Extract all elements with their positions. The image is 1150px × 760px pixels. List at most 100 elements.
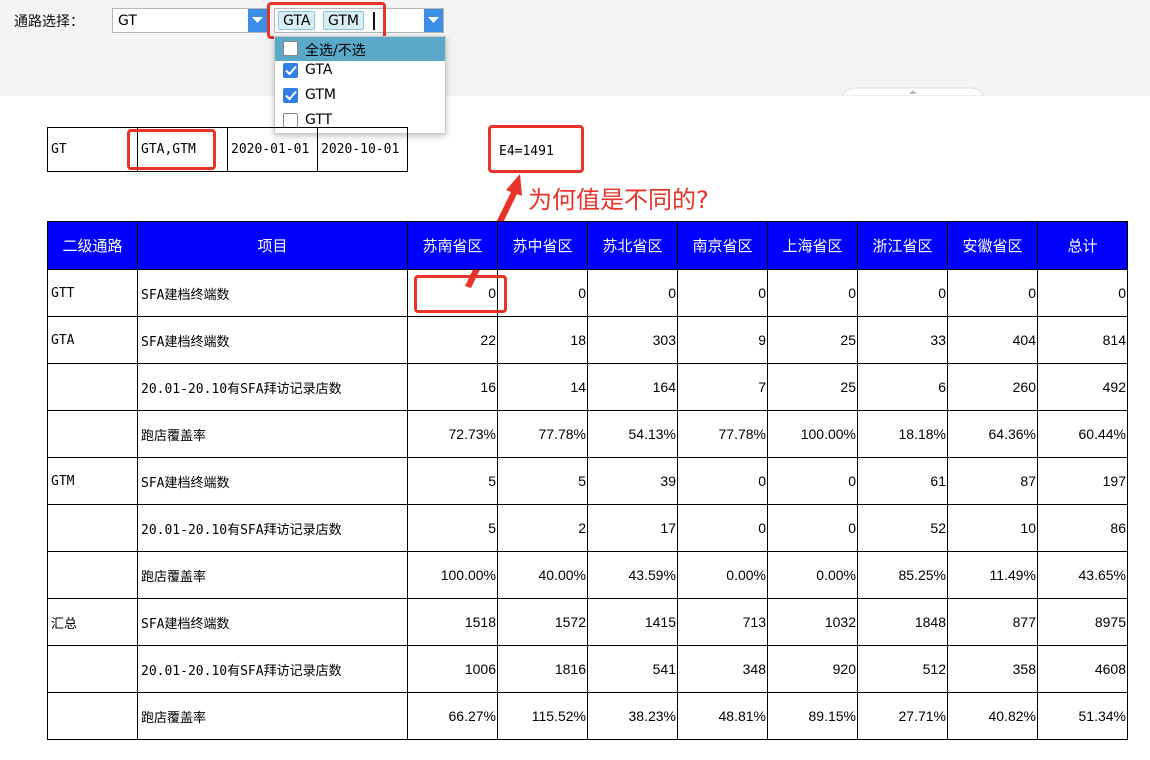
value-cell: 877: [947, 598, 1038, 646]
total-cell: 492: [1037, 363, 1128, 411]
value-cell: 48.81%: [677, 692, 768, 740]
option-label: GTT: [305, 112, 333, 128]
channel-cell: GTT: [47, 269, 138, 317]
option-select-all[interactable]: 全选/不选: [275, 37, 445, 61]
total-cell: 51.34%: [1037, 692, 1128, 740]
check-icon: [285, 65, 297, 76]
table-row: 跑店覆盖率 66.27% 115.52% 38.23% 48.81% 89.15% 27.7…: [47, 692, 1128, 740]
header-channel: 二级通路: [47, 221, 138, 270]
value-cell: 0.00%: [767, 551, 858, 599]
value-cell: 0: [497, 269, 588, 317]
table-row: 20.01-20.10有SFA拜访记录店数 5 2 17 0 0 52 10 86: [47, 504, 1128, 552]
value-cell: 0: [767, 504, 858, 552]
value-cell: 7: [677, 363, 768, 411]
annotation-text: 为何值是不同的?: [528, 186, 709, 214]
channel-cell: [47, 410, 138, 458]
param-cell: GT: [47, 127, 138, 172]
secondary-dropdown-button[interactable]: [424, 9, 443, 32]
value-cell: 25: [767, 363, 858, 411]
checkbox-select-all[interactable]: [283, 41, 298, 56]
item-cell: 跑店覆盖率: [137, 551, 408, 599]
value-cell: 0.00%: [677, 551, 768, 599]
value-cell: 43.59%: [587, 551, 678, 599]
value-cell: 5: [497, 457, 588, 505]
param-cell: 2020-10-01: [317, 127, 408, 172]
table-row: 汇总 SFA建档终端数 1518 1572 1415 713 1032 1848 877 8975: [47, 598, 1128, 646]
collapse-handle-icon[interactable]: [842, 86, 984, 96]
value-cell: 0: [767, 457, 858, 505]
item-cell: SFA建档终端数: [137, 316, 408, 364]
value-cell: 64.36%: [947, 410, 1038, 458]
value-cell: 6: [857, 363, 948, 411]
channel-filter-label: 通路选择：: [14, 14, 84, 30]
table-row: GTM SFA建档终端数 5 5 39 0 0 61 87 197: [47, 457, 1128, 505]
value-cell: 11.49%: [947, 551, 1038, 599]
value-cell: 22: [407, 316, 498, 364]
option-label: GTM: [305, 87, 336, 103]
total-cell: 0: [1037, 269, 1128, 317]
primary-dropdown-button[interactable]: [248, 9, 267, 32]
highlight-box-e4: [488, 125, 584, 173]
table-row: 20.01-20.10有SFA拜访记录店数 1006 1816 541 348 920 51…: [47, 645, 1128, 693]
total-cell: 4608: [1037, 645, 1128, 693]
channel-cell: GTM: [47, 457, 138, 505]
value-cell: 348: [677, 645, 768, 693]
value-cell: 1518: [407, 598, 498, 646]
value-cell: 25: [767, 316, 858, 364]
header-region: 安徽省区: [947, 221, 1038, 270]
item-cell: 20.01-20.10有SFA拜访记录店数: [137, 645, 408, 693]
value-cell: 1816: [497, 645, 588, 693]
header-region: 浙江省区: [857, 221, 948, 270]
channel-cell: [47, 363, 138, 411]
table-row: GTT SFA建档终端数 0 0 0 0 0 0 0 0: [47, 269, 1128, 317]
item-cell: SFA建档终端数: [137, 269, 408, 317]
value-cell: 27.71%: [857, 692, 948, 740]
option-gtm[interactable]: GTM: [275, 84, 445, 108]
header-region: 苏中省区: [497, 221, 588, 270]
value-cell: 38.23%: [587, 692, 678, 740]
value-cell: 9: [677, 316, 768, 364]
table-row: GTA SFA建档终端数 22 18 303 9 25 33 404 814: [47, 316, 1128, 364]
total-cell: 814: [1037, 316, 1128, 364]
value-cell: 10: [947, 504, 1038, 552]
value-cell: 0: [677, 269, 768, 317]
value-cell: 358: [947, 645, 1038, 693]
value-cell: 0: [677, 457, 768, 505]
checkbox-gta[interactable]: [283, 63, 298, 78]
chevron-down-icon: [428, 17, 439, 23]
total-cell: 86: [1037, 504, 1128, 552]
value-cell: 100.00%: [767, 410, 858, 458]
data-table: 二级通路 项目 苏南省区 苏中省区 苏北省区 南京省区 上海省区 浙江省区 安徽…: [47, 221, 1128, 740]
value-cell: 66.27%: [407, 692, 498, 740]
primary-channel-value: GT: [118, 13, 137, 29]
total-cell: 8975: [1037, 598, 1128, 646]
value-cell: 87: [947, 457, 1038, 505]
checkbox-gtt[interactable]: [283, 113, 298, 128]
item-cell: 20.01-20.10有SFA拜访记录店数: [137, 504, 408, 552]
value-cell: 33: [857, 316, 948, 364]
value-cell: 85.25%: [857, 551, 948, 599]
option-gta[interactable]: GTA: [275, 59, 445, 83]
value-cell: 77.78%: [677, 410, 768, 458]
table-row: 跑店覆盖率 72.73% 77.78% 54.13% 77.78% 100.00% 18.1…: [47, 410, 1128, 458]
value-cell: 77.78%: [497, 410, 588, 458]
primary-channel-select[interactable]: GT: [112, 8, 268, 33]
value-cell: 115.52%: [497, 692, 588, 740]
value-cell: 541: [587, 645, 678, 693]
header-region: 上海省区: [767, 221, 858, 270]
option-label: GTA: [305, 62, 333, 78]
value-cell: 17: [587, 504, 678, 552]
value-cell: 1572: [497, 598, 588, 646]
value-cell: 18: [497, 316, 588, 364]
value-cell: 2: [497, 504, 588, 552]
highlight-box-gtt-value: [414, 275, 507, 313]
value-cell: 89.15%: [767, 692, 858, 740]
table-row: 跑店覆盖率 100.00% 40.00% 43.59% 0.00% 0.00% 85.25%…: [47, 551, 1128, 599]
value-cell: 39: [587, 457, 678, 505]
value-cell: 16: [407, 363, 498, 411]
checkbox-gtm[interactable]: [283, 88, 298, 103]
value-cell: 72.73%: [407, 410, 498, 458]
option-label: 全选/不选: [305, 43, 366, 59]
value-cell: 1032: [767, 598, 858, 646]
value-cell: 40.82%: [947, 692, 1038, 740]
